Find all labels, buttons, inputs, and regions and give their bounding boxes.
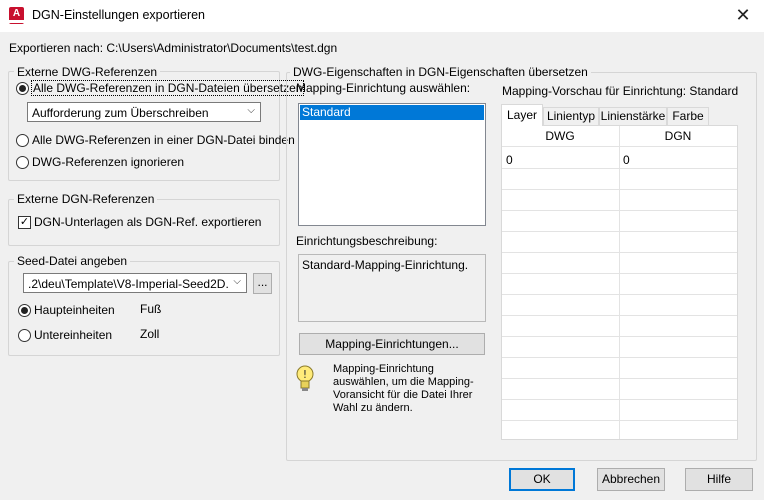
- main-units-label[interactable]: Haupteinheiten: [34, 303, 115, 317]
- external-dwg-title: Externe DWG-Referenzen: [14, 65, 161, 79]
- grid-row-line: [502, 168, 737, 169]
- sub-units-value: Zoll: [140, 327, 160, 341]
- grid-row-line: [502, 231, 737, 232]
- grid-row-line: [502, 378, 737, 379]
- close-button[interactable]: ✕: [730, 4, 756, 26]
- chevron-down-icon: ⌵: [233, 276, 241, 287]
- column-header-dwg: DWG: [545, 129, 575, 143]
- radio-translate-all[interactable]: [16, 82, 29, 95]
- tab-lineweight[interactable]: Linienstärke: [599, 107, 667, 125]
- hint-text: Mapping-Einrichtung auswählen, um die Ma…: [333, 363, 474, 414]
- seed-file-dropdown[interactable]: .2\deu\Template\V8-Imperial-Seed2D.dgn ⌵: [23, 273, 247, 293]
- preview-label: Mapping-Vorschau für Einrichtung: Standa…: [502, 84, 739, 98]
- export-path-label: Exportieren nach: C:\Users\Administrator…: [9, 41, 338, 55]
- radio-bind-all-label[interactable]: Alle DWG-Referenzen in einer DGN-Datei b…: [32, 133, 295, 147]
- description-text: Standard-Mapping-Einrichtung.: [302, 258, 469, 272]
- radio-ignore-label[interactable]: DWG-Referenzen ignorieren: [32, 155, 184, 169]
- grid-row-line: [502, 420, 737, 421]
- dgn-underlay-label[interactable]: DGN-Unterlagen als DGN-Ref. exportieren: [34, 215, 261, 229]
- ok-button[interactable]: OK: [509, 468, 575, 491]
- mapping-setups-button[interactable]: Mapping-Einrichtungen...: [299, 333, 485, 355]
- cancel-button[interactable]: Abbrechen: [597, 468, 665, 491]
- autocad-app-icon: A: [9, 7, 24, 24]
- overwrite-dropdown[interactable]: Aufforderung zum Überschreiben ⌵: [27, 102, 261, 122]
- browse-seed-button[interactable]: ...: [253, 273, 272, 294]
- grid-row-line: [502, 189, 737, 190]
- grid-row-line: [502, 210, 737, 211]
- mapping-group-title: DWG-Eigenschaften in DGN-Eigenschaften ü…: [290, 65, 591, 79]
- radio-translate-all-label[interactable]: Alle DWG-Referenzen in DGN-Dateien übers…: [30, 80, 305, 96]
- sub-units-label[interactable]: Untereinheiten: [34, 328, 112, 342]
- column-divider: [619, 126, 620, 439]
- grid-row-line: [502, 252, 737, 253]
- radio-bind-all[interactable]: [16, 134, 29, 147]
- radio-sub-units[interactable]: [18, 329, 31, 342]
- description-box: Standard-Mapping-Einrichtung.: [298, 254, 486, 322]
- chevron-down-icon: ⌵: [247, 105, 255, 116]
- tab-linetype[interactable]: Linientyp: [543, 107, 599, 125]
- mapping-setup-list[interactable]: Standard: [298, 103, 486, 226]
- grid-cell-dwg: 0: [506, 153, 513, 167]
- seed-file-value: .2\deu\Template\V8-Imperial-Seed2D.dgn: [28, 277, 228, 291]
- grid-row-line: [502, 399, 737, 400]
- seed-file-title: Seed-Datei angeben: [14, 254, 131, 268]
- grid-row-line: [502, 357, 737, 358]
- radio-ignore[interactable]: [16, 156, 29, 169]
- column-header-dgn: DGN: [664, 129, 692, 143]
- lightbulb-icon: !: [296, 365, 314, 391]
- radio-main-units[interactable]: [18, 304, 31, 317]
- grid-row-line: [502, 294, 737, 295]
- tab-color[interactable]: Farbe: [667, 107, 709, 125]
- window-title: DGN-Einstellungen exportieren: [32, 8, 206, 22]
- grid-cell-dgn: 0: [623, 153, 630, 167]
- svg-text:!: !: [303, 368, 307, 381]
- main-units-value: Fuß: [140, 302, 162, 316]
- description-label: Einrichtungsbeschreibung:: [296, 234, 438, 248]
- help-button[interactable]: Hilfe: [685, 468, 753, 491]
- dgn-underlay-checkbox[interactable]: ✓: [18, 216, 31, 229]
- grid-row-line: [502, 315, 737, 316]
- list-item[interactable]: Standard: [300, 105, 484, 120]
- grid-row-line: [502, 273, 737, 274]
- external-dgn-title: Externe DGN-Referenzen: [14, 192, 158, 206]
- grid-row-line: [502, 336, 737, 337]
- mapping-select-label: Mapping-Einrichtung auswählen:: [296, 81, 471, 95]
- overwrite-dropdown-value: Aufforderung zum Überschreiben: [32, 106, 209, 120]
- tab-layer[interactable]: Layer: [501, 104, 543, 126]
